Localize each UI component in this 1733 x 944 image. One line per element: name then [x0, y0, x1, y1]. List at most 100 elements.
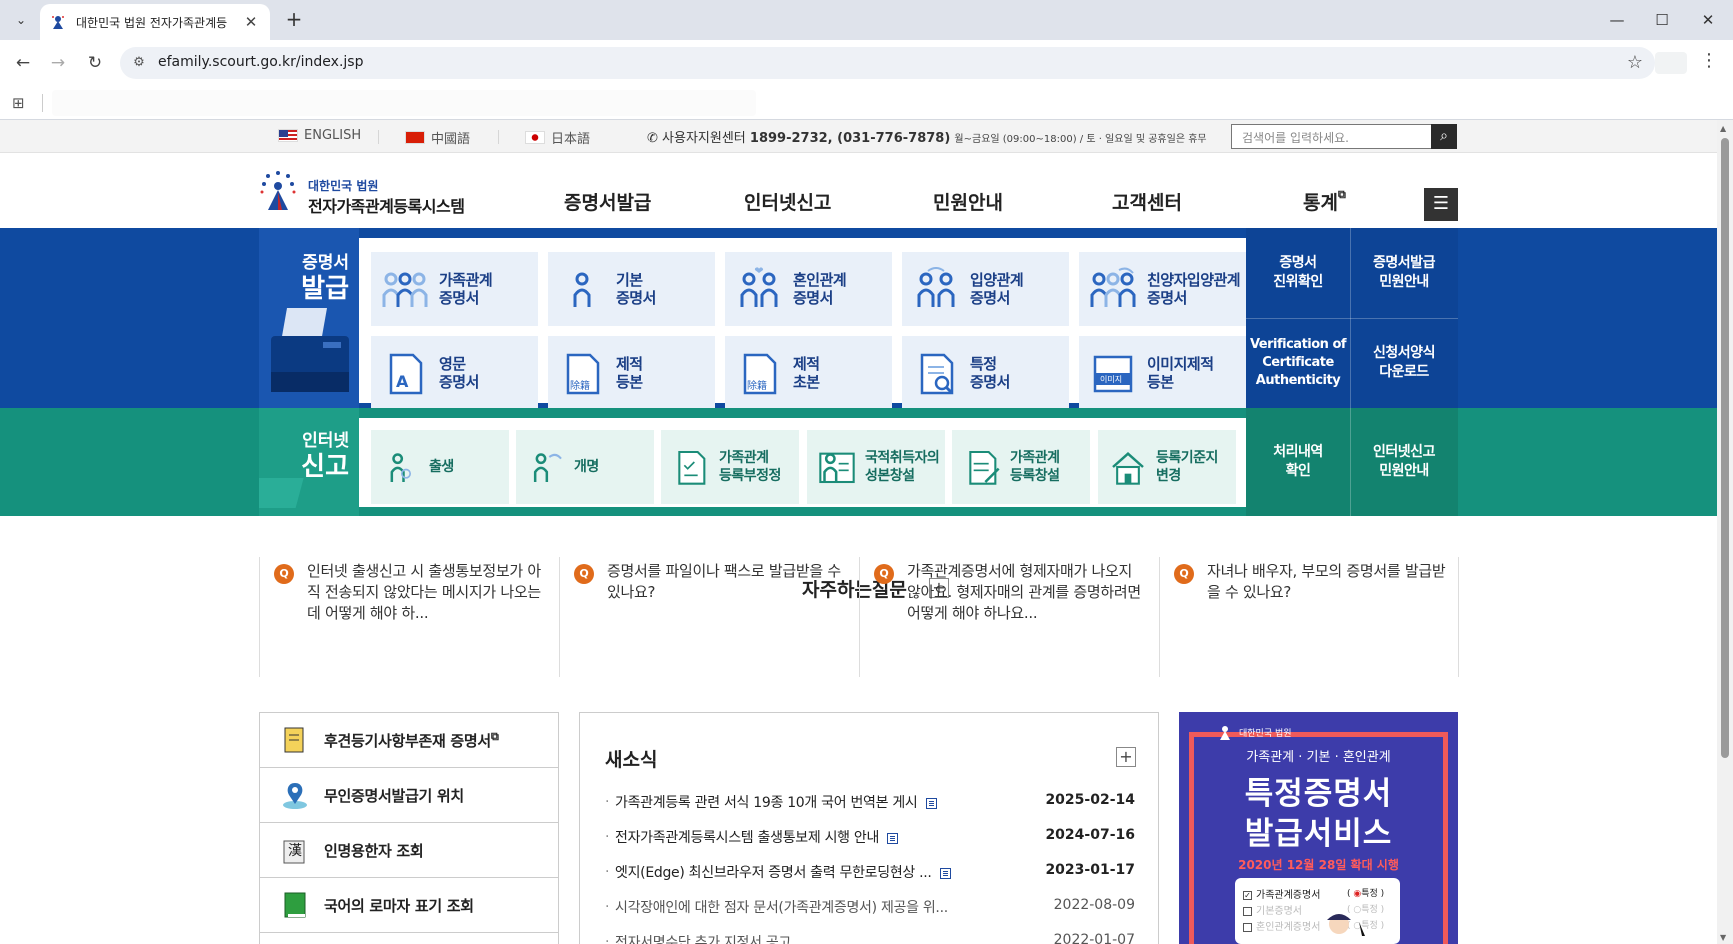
banner-title-2: 발급서비스	[1244, 816, 1393, 852]
issuance-guide-link[interactable]: 증명서발급 민원안내	[1350, 228, 1458, 318]
certificate-tile[interactable]: 이미지 이미지제적 등본	[1079, 336, 1246, 410]
faq-item[interactable]: Q 자녀나 배우자, 부모의 증명서를 발급받을 수 있나요?	[1159, 557, 1459, 677]
news-box: 새소식 + · 가족관계등록 관련 서식 19종 10개 국어 번역본 게시 2…	[579, 712, 1159, 944]
phone-icon: ✆	[647, 131, 658, 146]
maximize-button[interactable]: ☐	[1642, 6, 1682, 34]
certificate-tile[interactable]: 가족관계 증명서	[371, 252, 538, 326]
logo-title[interactable]: 전자가족관계등록시스템	[308, 193, 465, 217]
court-logo-icon[interactable]	[258, 170, 300, 212]
lang-chinese-link[interactable]: 中國語	[405, 128, 470, 147]
quick-link-guardian[interactable]: 후견등기사항부존재 증명서⧉	[260, 713, 558, 768]
certificate-tile-label: 친양자입양관계 증명서	[1147, 271, 1241, 307]
news-item-title[interactable]: 전자가족관계등록시스템 출생통보제 시행 안내	[615, 827, 899, 847]
certificate-tile-label: 가족관계 증명서	[439, 271, 493, 307]
quick-links-box: 후견등기사항부존재 증명서⧉ 무인증명서발급기 위치 漢 인명용한자 조회 국어…	[259, 712, 559, 944]
certificate-tile[interactable]: A 영문 증명서	[371, 336, 538, 410]
reload-button[interactable]: ↻	[82, 50, 108, 76]
faq-item[interactable]: Q 인터넷 출생신고 시 출생통보정보가 아직 전송되지 않았다는 메시지가 나…	[259, 557, 559, 677]
news-item[interactable]: · 전자가족관계등록시스템 출생통보제 시행 안내 2024-07-16	[605, 827, 1135, 849]
browser-tabbar: ⌄ 대한민국 법원 전자가족관계등 ✕ + — ☐ ✕	[0, 0, 1733, 40]
news-item[interactable]: · 가족관계등록 관련 서식 19종 10개 국어 번역본 게시 2025-02…	[605, 792, 1135, 814]
certificate-tile[interactable]: 除籍 제적 초본	[725, 336, 892, 410]
report-tile[interactable]: 개명	[516, 430, 654, 504]
banner-subtitle: 가족관계 · 기본 · 혼인관계	[1246, 750, 1391, 765]
search-icon[interactable]: ⌕	[1431, 124, 1457, 149]
lang-japanese-link[interactable]: 日本語	[525, 128, 590, 147]
profile-button[interactable]	[1655, 52, 1687, 74]
scrollbar-thumb[interactable]	[1721, 138, 1729, 758]
report-tile[interactable]: 국적취득자의 성본창설	[807, 430, 945, 504]
certificate-tile[interactable]: 입양관계 증명서	[902, 252, 1069, 326]
quick-link-kiosk[interactable]: 무인증명서발급기 위치	[260, 768, 558, 823]
news-item-date: 2022-08-09	[1053, 897, 1135, 913]
family-icon	[382, 272, 428, 307]
browser-menu-icon[interactable]: ⋮	[1700, 50, 1718, 71]
minimize-button[interactable]: —	[1597, 6, 1637, 34]
scroll-down-icon[interactable]: ▼	[1720, 933, 1726, 942]
news-item[interactable]: · 엣지(Edge) 최신브라우저 증명서 출력 무한로딩현상 ... 2023…	[605, 862, 1135, 884]
logo-subtitle[interactable]: 대한민국 법원	[308, 177, 378, 194]
report-history-link[interactable]: 처리내역 확인	[1246, 408, 1350, 516]
faq-q-badge: Q	[574, 564, 594, 584]
menu-customer-center[interactable]: 고객센터	[1112, 188, 1182, 215]
site-search-input[interactable]: 검색어를 입력하세요.	[1231, 124, 1432, 149]
site-info-icon[interactable]: ⚙	[130, 54, 148, 72]
forward-button[interactable]: →	[45, 50, 71, 76]
marriage-icon	[740, 267, 778, 307]
certificate-tile[interactable]: 친양자입양관계 증명서	[1079, 252, 1246, 326]
news-item[interactable]: · 시각장애인에 대한 점자 문서(가족관계증명서) 제공을 위... 2022…	[605, 897, 1135, 919]
news-item-title[interactable]: 시각장애인에 대한 점자 문서(가족관계증명서) 제공을 위...	[615, 897, 948, 917]
verification-english-link[interactable]: Verification of Certificate Authenticity	[1246, 318, 1350, 408]
url-text[interactable]: efamily.scourt.go.kr/index.jsp	[158, 54, 363, 70]
news-more-button[interactable]: +	[1116, 747, 1136, 767]
report-guide-link[interactable]: 인터넷신고 민원안내	[1350, 408, 1458, 516]
apps-grid-icon[interactable]: ⊞	[12, 94, 30, 112]
verify-certificate-link[interactable]: 증명서 진위확인	[1246, 228, 1350, 318]
menu-statistics[interactable]: 통계⧉	[1303, 188, 1346, 215]
report-tile-label: 등록기준지 변경	[1156, 450, 1218, 484]
removed-extract-icon: 除籍	[743, 353, 777, 395]
certificate-tile[interactable]: 혼인관계 증명서	[725, 252, 892, 326]
faq-item[interactable]: Q 가족관계증명서에 형제자매가 나오지 않아요. 형제자매의 관계를 증명하려…	[859, 557, 1159, 677]
news-item[interactable]: · 전자서명수단 추가 지정서 공고 2022-01-07	[605, 932, 1135, 944]
lang-english-link[interactable]: ENGLISH	[278, 128, 361, 143]
certificate-tile[interactable]: 除籍 제적 등본	[548, 336, 715, 410]
news-item-title[interactable]: 전자서명수단 추가 지정서 공고	[615, 932, 791, 944]
menu-certificate-issuance[interactable]: 증명서발급	[564, 188, 651, 215]
tab-close-icon[interactable]: ✕	[242, 13, 260, 31]
checkbox-icon	[1243, 922, 1252, 932]
specific-doc-icon	[920, 353, 954, 395]
certificate-tile[interactable]: 기본 증명서	[548, 252, 715, 326]
location-pin-icon	[283, 783, 307, 809]
report-tile[interactable]: 가족관계 등록창설	[952, 430, 1090, 504]
faq-item[interactable]: Q 증명서를 파일이나 팩스로 발급받을 수 있나요?	[559, 557, 859, 677]
form-download-link[interactable]: 신청서양식 다운로드	[1350, 318, 1458, 408]
bookmarks-divider	[42, 94, 43, 112]
news-item-title[interactable]: 가족관계등록 관련 서식 19종 10개 국어 번역본 게시	[615, 792, 937, 812]
quick-link-hanja[interactable]: 漢 인명용한자 조회	[260, 823, 558, 878]
report-tile[interactable]: 가족관계 등록부정정	[661, 430, 799, 504]
quick-link-romanization[interactable]: 국어의 로마자 표기 조회	[260, 878, 558, 933]
report-tile[interactable]: 출생	[371, 430, 509, 504]
menu-civil-guide[interactable]: 민원안내	[933, 188, 1003, 215]
browser-tab[interactable]: 대한민국 법원 전자가족관계등 ✕	[40, 4, 270, 40]
news-item-title[interactable]: 엣지(Edge) 최신브라우저 증명서 출력 무한로딩현상 ...	[615, 862, 951, 882]
vertical-scrollbar[interactable]: ▲ ▼	[1717, 120, 1733, 944]
checked-icon: ✓	[1243, 890, 1252, 900]
quick-link-kiosk-label: 무인증명서발급기 위치	[324, 786, 464, 805]
back-button[interactable]: ←	[10, 50, 36, 76]
address-bar[interactable]: ⚙ efamily.scourt.go.kr/index.jsp ☆	[120, 47, 1655, 79]
menu-internet-report[interactable]: 인터넷신고	[744, 188, 831, 215]
report-tile[interactable]: 등록기준지 변경	[1098, 430, 1236, 504]
new-tab-button[interactable]: +	[282, 8, 306, 32]
certificate-tile[interactable]: 특정 증명서	[902, 336, 1069, 410]
scroll-up-icon[interactable]: ▲	[1720, 124, 1726, 133]
tab-search-button[interactable]: ⌄	[8, 8, 34, 32]
hamburger-menu-icon[interactable]: ☰	[1424, 188, 1458, 221]
window-close-button[interactable]: ✕	[1688, 6, 1728, 34]
faq-q-badge: Q	[1174, 564, 1194, 584]
specific-certificate-banner[interactable]: 대한민국 법원 가족관계 · 기본 · 혼인관계 특정증명서 발급서비스 202…	[1179, 712, 1458, 944]
bookmark-star-icon[interactable]: ☆	[1627, 52, 1643, 73]
japan-flag-icon	[525, 131, 545, 144]
printer-icon	[271, 308, 349, 392]
